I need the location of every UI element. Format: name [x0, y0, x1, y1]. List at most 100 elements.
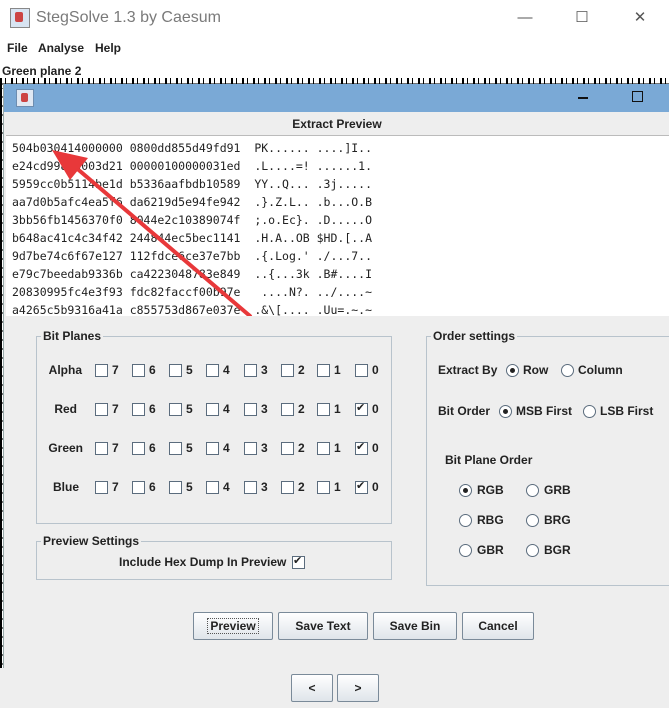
bit-number-label: 3 [261, 363, 268, 377]
order-grb-radio[interactable] [526, 484, 539, 497]
bit-planes-title: Bit Planes [41, 329, 104, 343]
alpha-row-label: Alpha [48, 363, 82, 377]
bit-number-label: 3 [261, 480, 268, 494]
bit-number-label: 6 [149, 480, 156, 494]
blue-bit-0-checkbox[interactable] [355, 479, 368, 494]
red-row-label: Red [54, 402, 77, 416]
preview-button-label: Preview [207, 618, 259, 634]
extract-preview-text[interactable]: 504b030414000000 0800dd855d49fd91 PK....… [6, 135, 669, 316]
red-bit-6-checkbox[interactable] [132, 403, 145, 416]
green-bit-4-checkbox[interactable] [206, 442, 219, 455]
alpha-bit-7-checkbox[interactable] [95, 364, 108, 377]
blue-bit-7-checkbox[interactable] [95, 481, 108, 494]
order-settings-title: Order settings [431, 329, 518, 343]
bit-number-label: 7 [112, 363, 119, 377]
alpha-bit-2-checkbox[interactable] [281, 364, 294, 377]
bit-number-label: 0 [372, 441, 379, 455]
hex-dump-checkbox[interactable] [292, 554, 305, 569]
alpha-bit-4-checkbox[interactable] [206, 364, 219, 377]
dialog-maximize-icon[interactable] [632, 91, 643, 102]
next-plane-button[interactable]: > [337, 674, 379, 702]
blue-bit-2-checkbox[interactable] [281, 481, 294, 494]
java-app-icon [10, 8, 30, 28]
menu-analyse[interactable]: Analyse [38, 41, 84, 55]
red-bit-1-checkbox[interactable] [317, 403, 330, 416]
green-bit-1-checkbox[interactable] [317, 442, 330, 455]
blue-bit-3-checkbox[interactable] [244, 481, 257, 494]
red-bit-0-checkbox[interactable] [355, 401, 368, 416]
order-bgr-radio[interactable] [526, 544, 539, 557]
red-bit-2-checkbox[interactable] [281, 403, 294, 416]
navigation-bar [0, 668, 669, 708]
red-annotation-arrow [52, 150, 252, 316]
extract-by-column-radio[interactable] [561, 364, 574, 377]
alpha-bit-1-checkbox[interactable] [317, 364, 330, 377]
alpha-bit-5-checkbox[interactable] [169, 364, 182, 377]
extract-by-column-label[interactable]: Column [578, 363, 623, 377]
bit-number-label: 7 [112, 480, 119, 494]
save-bin-button[interactable]: Save Bin [373, 612, 457, 640]
msb-first-radio[interactable] [499, 405, 512, 418]
cancel-button[interactable]: Cancel [462, 612, 534, 640]
extract-by-row-radio[interactable] [506, 364, 519, 377]
preview-button[interactable]: Preview [193, 612, 273, 640]
close-button[interactable]: ✕ [620, 6, 660, 30]
alpha-bit-3-checkbox[interactable] [244, 364, 257, 377]
order-bgr-label[interactable]: BGR [544, 543, 571, 557]
order-gbr-radio[interactable] [459, 544, 472, 557]
preview-settings-title: Preview Settings [41, 534, 142, 548]
green-bit-7-checkbox[interactable] [95, 442, 108, 455]
bit-number-label: 3 [261, 402, 268, 416]
previous-plane-button[interactable]: < [291, 674, 333, 702]
blue-bit-6-checkbox[interactable] [132, 481, 145, 494]
green-bit-5-checkbox[interactable] [169, 442, 182, 455]
red-bit-4-checkbox[interactable] [206, 403, 219, 416]
blue-bit-4-checkbox[interactable] [206, 481, 219, 494]
extract-by-label: Extract By [438, 363, 498, 377]
bit-number-label: 4 [223, 363, 230, 377]
bit-number-label: 5 [186, 402, 193, 416]
java-app-icon [16, 89, 34, 107]
red-bit-3-checkbox[interactable] [244, 403, 257, 416]
bit-number-label: 2 [298, 363, 305, 377]
order-gbr-label[interactable]: GBR [477, 543, 504, 557]
order-rbg-label[interactable]: RBG [477, 513, 504, 527]
bit-number-label: 0 [372, 363, 379, 377]
dialog-titlebar [4, 84, 669, 112]
red-bit-5-checkbox[interactable] [169, 403, 182, 416]
bit-number-label: 2 [298, 402, 305, 416]
dialog-minimize-icon[interactable] [578, 97, 588, 99]
green-bit-0-checkbox[interactable] [355, 440, 368, 455]
bit-number-label: 0 [372, 402, 379, 416]
bit-number-label: 4 [223, 480, 230, 494]
blue-bit-5-checkbox[interactable] [169, 481, 182, 494]
maximize-button[interactable]: ☐ [562, 6, 602, 30]
menu-help[interactable]: Help [95, 41, 121, 55]
order-brg-radio[interactable] [526, 514, 539, 527]
minimize-button[interactable]: — [505, 6, 545, 30]
order-rgb-radio[interactable] [459, 484, 472, 497]
bit-number-label: 1 [334, 480, 341, 494]
menu-file[interactable]: File [7, 41, 28, 55]
alpha-bit-6-checkbox[interactable] [132, 364, 145, 377]
bit-number-label: 6 [149, 402, 156, 416]
green-bit-6-checkbox[interactable] [132, 442, 145, 455]
green-bit-3-checkbox[interactable] [244, 442, 257, 455]
msb-first-label[interactable]: MSB First [516, 404, 572, 418]
window-title: StegSolve 1.3 by Caesum [36, 9, 221, 26]
bit-number-label: 5 [186, 441, 193, 455]
order-grb-label[interactable]: GRB [544, 483, 571, 497]
save-text-button[interactable]: Save Text [278, 612, 368, 640]
order-rgb-label[interactable]: RGB [477, 483, 504, 497]
extract-by-row-label[interactable]: Row [523, 363, 548, 377]
alpha-bit-0-checkbox[interactable] [355, 364, 368, 377]
lsb-first-label[interactable]: LSB First [600, 404, 653, 418]
blue-bit-1-checkbox[interactable] [317, 481, 330, 494]
green-bit-2-checkbox[interactable] [281, 442, 294, 455]
lsb-first-radio[interactable] [583, 405, 596, 418]
order-rbg-radio[interactable] [459, 514, 472, 527]
bit-number-label: 1 [334, 402, 341, 416]
bit-number-label: 6 [149, 363, 156, 377]
order-brg-label[interactable]: BRG [544, 513, 571, 527]
red-bit-7-checkbox[interactable] [95, 403, 108, 416]
